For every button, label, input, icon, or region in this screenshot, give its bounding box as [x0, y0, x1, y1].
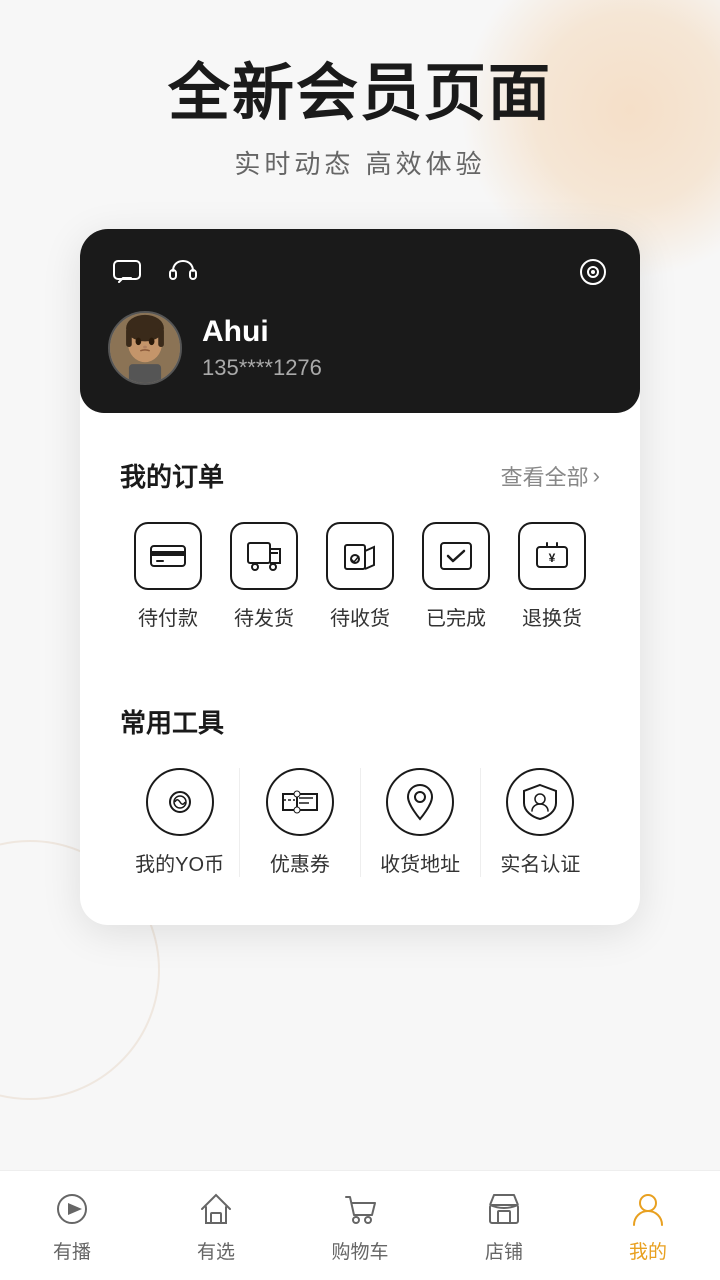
user-name: Ahui [202, 315, 322, 349]
cart-nav-icon [338, 1187, 382, 1231]
address-icon [386, 768, 454, 836]
verify-label: 实名认证 [500, 848, 580, 877]
avatar [108, 311, 182, 385]
tools-card: 常用工具 我的YO币 [96, 675, 624, 909]
orders-title: 我的订单 [120, 457, 224, 494]
tools-card-header: 常用工具 [120, 703, 600, 740]
yo-coin-label: 我的YO币 [135, 848, 224, 877]
tool-verify[interactable]: 实名认证 [481, 768, 600, 877]
cart-nav-label: 购物车 [331, 1237, 388, 1264]
svg-text:¥: ¥ [549, 551, 556, 565]
store-nav-icon [482, 1187, 526, 1231]
address-label: 收货地址 [380, 848, 460, 877]
tool-address[interactable]: 收货地址 [361, 768, 481, 877]
refund-label: 退换货 [522, 602, 582, 631]
nav-item-store[interactable]: 店铺 [432, 1187, 576, 1264]
order-item-delivery[interactable]: 待收货 [326, 522, 394, 631]
hero-title: 全新会员页面 [168, 60, 552, 128]
profile-icons-left [108, 253, 202, 291]
tool-yo-coin[interactable]: 我的YO币 [120, 768, 240, 877]
nav-item-play[interactable]: 有播 [0, 1187, 144, 1264]
coupon-icon [266, 768, 334, 836]
user-nav-icon [626, 1187, 670, 1231]
home-nav-label: 有选 [197, 1237, 235, 1264]
yo-coin-icon [146, 768, 214, 836]
tools-items-row: 我的YO币 优惠券 [120, 768, 600, 877]
page-content: 全新会员页面 实时动态 高效体验 [0, 0, 720, 925]
payment-icon [134, 522, 202, 590]
nav-item-home[interactable]: 有选 [144, 1187, 288, 1264]
order-item-done[interactable]: 已完成 [422, 522, 490, 631]
scan-icon[interactable] [574, 253, 612, 291]
view-all-button[interactable]: 查看全部 › [501, 460, 600, 492]
order-item-shipping[interactable]: 待发货 [230, 522, 298, 631]
chat-icon[interactable] [108, 253, 146, 291]
order-item-refund[interactable]: ¥ 退换货 [518, 522, 586, 631]
shipping-icon [230, 522, 298, 590]
order-items-row: 待付款 待发货 [120, 522, 600, 631]
order-item-payment[interactable]: 待付款 [134, 522, 202, 631]
nav-item-user[interactable]: 我的 [576, 1187, 720, 1264]
refund-icon: ¥ [518, 522, 586, 590]
bottom-nav: 有播 有选 购物车 [0, 1170, 720, 1280]
headset-icon[interactable] [164, 253, 202, 291]
user-info: Ahui 135****1276 [202, 315, 322, 381]
tools-title: 常用工具 [120, 703, 224, 740]
tool-coupon[interactable]: 优惠券 [240, 768, 360, 877]
shipping-label: 待发货 [234, 602, 294, 631]
orders-card-header: 我的订单 查看全部 › [120, 457, 600, 494]
delivery-label: 待收货 [330, 602, 390, 631]
profile-header: Ahui 135****1276 [80, 229, 640, 413]
store-nav-label: 店铺 [485, 1237, 523, 1264]
profile-top-bar [108, 253, 612, 291]
play-nav-icon [50, 1187, 94, 1231]
coupon-label: 优惠券 [270, 848, 330, 877]
verify-icon [506, 768, 574, 836]
nav-item-cart[interactable]: 购物车 [288, 1187, 432, 1264]
home-nav-icon [194, 1187, 238, 1231]
hero-subtitle: 实时动态 高效体验 [234, 144, 485, 181]
done-icon [422, 522, 490, 590]
user-nav-label: 我的 [629, 1237, 667, 1264]
play-nav-label: 有播 [53, 1237, 91, 1264]
orders-card: 我的订单 查看全部 › 待付款 [96, 429, 624, 663]
delivery-icon [326, 522, 394, 590]
user-row: Ahui 135****1276 [108, 311, 612, 385]
done-label: 已完成 [426, 602, 486, 631]
phone-card: Ahui 135****1276 我的订单 查看全部 › [80, 229, 640, 925]
payment-label: 待付款 [138, 602, 198, 631]
user-phone: 135****1276 [202, 355, 322, 381]
